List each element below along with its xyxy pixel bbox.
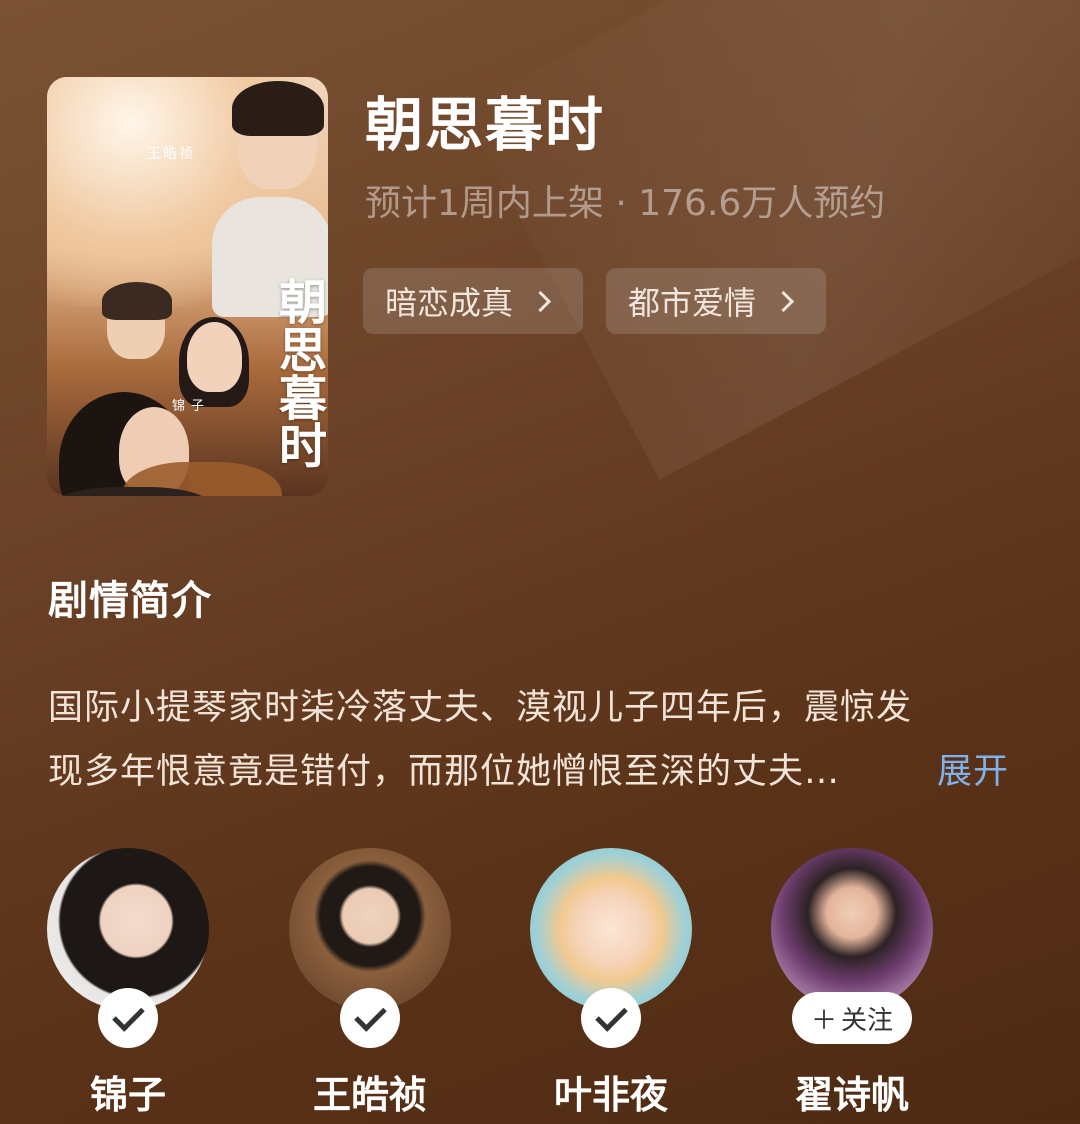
release-and-reservations: 预计1周内上架 · 176.6万人预约 xyxy=(365,183,886,224)
poster-lead-actor-hair xyxy=(232,81,324,136)
chevron-right-icon xyxy=(529,290,552,312)
expand-link[interactable]: 展开 xyxy=(937,740,1009,804)
avatar[interactable] xyxy=(47,848,209,1010)
poster-seal-icon xyxy=(312,495,328,496)
poster-calligraphy-title: 朝思暮时 xyxy=(270,277,326,469)
poster-couple-woman xyxy=(187,322,242,392)
synopsis-heading: 剧情简介 xyxy=(48,578,212,624)
cast-name: 翟诗帆 xyxy=(794,1073,909,1117)
synopsis-line: 现多年恨意竟是错付，而那位她憎恨至深的丈夫… xyxy=(48,752,841,792)
tag-secret-love[interactable]: 暗恋成真 xyxy=(363,268,583,334)
check-icon xyxy=(594,998,628,1032)
drama-poster[interactable]: 王皓祯 锦子 朝思暮时 xyxy=(47,77,328,496)
poster-cast-top: 王皓祯 xyxy=(147,146,195,162)
chevron-right-icon xyxy=(772,290,795,312)
check-icon xyxy=(111,998,145,1032)
follow-button[interactable]: ＋ 关注 xyxy=(792,992,912,1044)
tag-label: 暗恋成真 xyxy=(385,284,514,322)
cast-name: 叶非夜 xyxy=(553,1073,668,1117)
followed-badge[interactable] xyxy=(340,988,400,1048)
followed-badge[interactable] xyxy=(581,988,641,1048)
avatar[interactable] xyxy=(289,848,451,1010)
cast-name: 锦子 xyxy=(89,1073,166,1117)
cast-name: 王皓祯 xyxy=(312,1073,427,1117)
plus-icon: ＋ xyxy=(810,1005,837,1036)
check-icon xyxy=(353,998,387,1032)
tag-urban-romance[interactable]: 都市爱情 xyxy=(606,268,826,334)
poster-couple-man-hair xyxy=(102,282,172,320)
avatar[interactable] xyxy=(771,848,933,1010)
followed-badge[interactable] xyxy=(98,988,158,1048)
background-sheen xyxy=(462,0,1080,480)
synopsis-text: 国际小提琴家时柒冷落丈夫、漠视儿子四年后，震惊发 现多年恨意竟是错付，而那位她憎… xyxy=(48,676,1038,804)
synopsis-line: 国际小提琴家时柒冷落丈夫、漠视儿子四年后，震惊发 xyxy=(48,688,913,728)
drama-title: 朝思暮时 xyxy=(365,91,606,159)
poster-cast-bottom: 锦子 xyxy=(172,399,211,414)
follow-label: 关注 xyxy=(841,1005,894,1036)
tag-label: 都市爱情 xyxy=(628,284,757,322)
avatar[interactable] xyxy=(530,848,692,1010)
